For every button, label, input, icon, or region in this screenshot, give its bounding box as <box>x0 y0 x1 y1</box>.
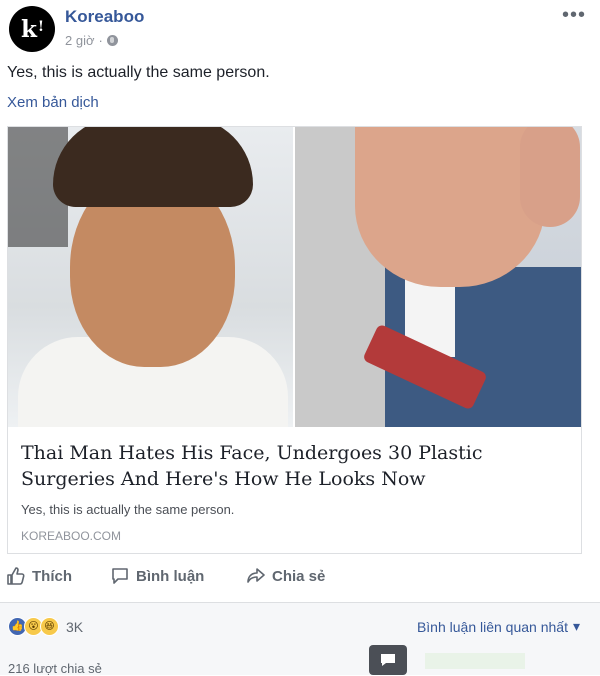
post-meta: 2 giờ · <box>65 33 118 48</box>
stats-bar: 👍 😮 😆 3K Bình luận liên quan nhất ▾ 216 … <box>0 603 600 676</box>
comment-icon <box>110 566 130 586</box>
post-header: k! Koreaboo 2 giờ · ••• <box>0 0 600 60</box>
post-card: k! Koreaboo 2 giờ · ••• Yes, this is act… <box>0 0 600 676</box>
after-photo <box>295 127 581 427</box>
before-photo <box>8 127 293 427</box>
page-name-link[interactable]: Koreaboo <box>65 7 144 27</box>
post-time[interactable]: 2 giờ <box>65 33 95 48</box>
reaction-summary[interactable]: 👍 😮 😆 3K <box>8 617 83 636</box>
chat-icon[interactable] <box>369 645 407 675</box>
globe-icon <box>106 35 118 46</box>
comment-label: Bình luận <box>136 567 205 585</box>
link-domain: KOREABOO.COM <box>21 529 122 543</box>
link-preview-card[interactable]: Thai Man Hates His Face, Undergoes 30 Pl… <box>7 126 582 554</box>
link-description: Yes, this is actually the same person. <box>21 502 235 517</box>
haha-reaction-icon: 😆 <box>40 617 59 636</box>
link-title[interactable]: Thai Man Hates His Face, Undergoes 30 Pl… <box>21 440 566 492</box>
see-translation-link[interactable]: Xem bản dịch <box>7 94 99 111</box>
reaction-count[interactable]: 3K <box>66 619 83 635</box>
share-icon <box>246 566 266 586</box>
like-icon <box>6 566 26 586</box>
blurred-overlay <box>425 653 525 669</box>
sort-label: Bình luận liên quan nhất <box>416 618 568 635</box>
share-label: Chia sẻ <box>272 567 326 585</box>
action-bar: Thích Bình luận Chia sẻ <box>0 562 600 596</box>
post-status-text: Yes, this is actually the same person. <box>7 64 270 81</box>
chevron-down-icon: ▾ <box>572 618 580 634</box>
comment-button[interactable]: Bình luận <box>110 566 204 586</box>
more-icon[interactable]: ••• <box>562 4 586 27</box>
avatar-letter: k <box>20 15 37 43</box>
like-label: Thích <box>32 567 72 585</box>
like-button[interactable]: Thích <box>6 566 72 586</box>
share-button[interactable]: Chia sẻ <box>246 566 325 586</box>
separator-dot: · <box>98 33 103 48</box>
avatar-mark: ! <box>37 19 45 35</box>
page-avatar[interactable]: k! <box>9 6 55 52</box>
share-count[interactable]: 216 lượt chia sẻ <box>8 661 102 676</box>
comment-sort-dropdown[interactable]: Bình luận liên quan nhất ▾ <box>417 618 580 635</box>
link-preview-image[interactable] <box>8 127 581 427</box>
